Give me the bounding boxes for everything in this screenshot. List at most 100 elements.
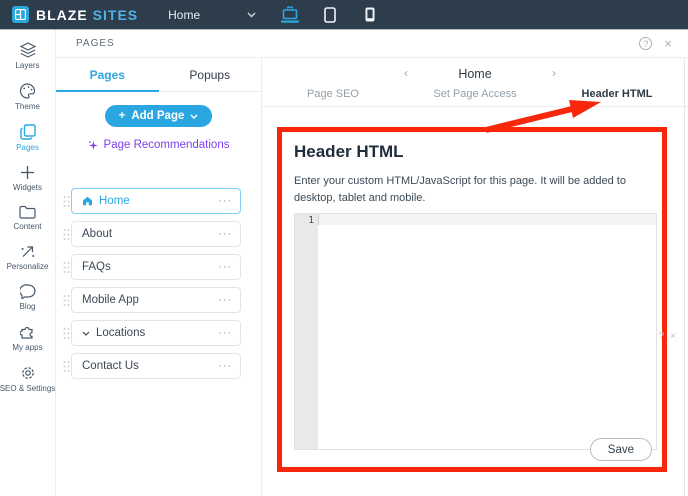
sidebar-item-label: SEO & Settings <box>0 384 55 393</box>
page-options-icon[interactable]: ··· <box>218 228 232 240</box>
gear-icon <box>20 365 36 381</box>
tab-header-html[interactable]: Header HTML <box>546 88 688 106</box>
brand-logo-icon <box>12 6 29 23</box>
sidebar-item-blog[interactable]: Blog <box>0 278 55 318</box>
page-list: Home ··· About ··· <box>56 188 261 379</box>
sidebar-item-label: Pages <box>16 143 39 152</box>
html-code-editor[interactable]: 1 <box>294 213 657 450</box>
page-recommendations-label: Page Recommendations <box>104 139 230 151</box>
sidebar-item-pages[interactable]: Pages <box>0 118 55 159</box>
drag-handle-icon[interactable] <box>61 195 71 208</box>
device-preview-switcher <box>278 3 382 27</box>
page-name: Home <box>99 195 212 207</box>
page-settings-tabs: Page SEO Set Page Access Header HTML <box>262 88 688 107</box>
panel-edge-divider <box>684 58 685 496</box>
puzzle-icon <box>20 324 36 340</box>
tablet-preview-icon[interactable] <box>318 3 342 27</box>
page-item-contact-us[interactable]: Contact Us ··· <box>71 353 241 379</box>
current-page-title: Home <box>262 67 688 81</box>
sidebar-item-label: Widgets <box>13 183 42 192</box>
tab-page-seo[interactable]: Page SEO <box>262 88 404 106</box>
save-button[interactable]: Save <box>590 438 652 461</box>
chevron-down-icon <box>190 114 198 119</box>
code-input-area[interactable] <box>318 214 656 449</box>
sidebar-item-label: Theme <box>15 102 40 111</box>
page-selector-value: Home <box>168 8 200 22</box>
home-icon <box>82 196 93 206</box>
page-row-mobile-app: Mobile App ··· <box>61 287 241 313</box>
active-line-highlight <box>318 214 656 225</box>
page-selector-dropdown[interactable]: Home <box>168 8 256 22</box>
brand-primary: BLAZE <box>36 7 88 23</box>
page-item-home[interactable]: Home ··· <box>71 188 241 214</box>
next-page-icon[interactable]: › <box>552 66 556 80</box>
sidebar-item-layers[interactable]: Layers <box>0 36 55 77</box>
page-row-locations: Locations ··· <box>61 320 241 346</box>
sidebar-item-label: Layers <box>15 61 39 70</box>
sidebar-item-personalize[interactable]: Personalize <box>0 238 55 278</box>
add-page-button[interactable]: + Add Page <box>105 105 213 127</box>
mobile-preview-icon[interactable] <box>358 3 382 27</box>
chevron-down-icon <box>247 12 256 18</box>
topbar: BLAZE SITES Home <box>0 0 688 30</box>
sidebar-item-widgets[interactable]: Widgets <box>0 159 55 199</box>
pages-popups-tabs: Pages Popups <box>56 58 261 92</box>
sidebar-item-content[interactable]: Content <box>0 199 55 238</box>
page-item-locations[interactable]: Locations ··· <box>71 320 241 346</box>
page-name: FAQs <box>82 261 212 273</box>
section-title: Header HTML <box>294 142 650 162</box>
drag-handle-icon[interactable] <box>61 294 71 307</box>
sidebar-item-theme[interactable]: Theme <box>0 77 55 118</box>
pages-panel: Pages Popups + Add Page <box>56 58 262 496</box>
sidebar-item-label: Blog <box>19 302 35 311</box>
plus-icon <box>20 165 35 180</box>
page-name: About <box>82 228 212 240</box>
page-row-faqs: FAQs ··· <box>61 254 241 280</box>
palette-icon <box>19 83 36 99</box>
page-options-icon[interactable]: ··· <box>218 360 232 372</box>
close-icon[interactable]: × <box>670 331 676 342</box>
help-icon[interactable]: ? <box>659 331 665 342</box>
desktop-preview-icon[interactable] <box>278 3 302 27</box>
add-page-label: Add Page <box>131 110 184 122</box>
drag-handle-icon[interactable] <box>61 327 71 340</box>
tooltip-controls: ? × <box>659 331 676 342</box>
page-item-mobile-app[interactable]: Mobile App ··· <box>71 287 241 313</box>
page-nav: ‹ Home › <box>262 58 688 88</box>
drag-handle-icon[interactable] <box>61 360 71 373</box>
sidebar-item-my-apps[interactable]: My apps <box>0 318 55 359</box>
page-name: Mobile App <box>82 294 212 306</box>
page-settings-panel: ‹ Home › Page SEO Set Page Access Header… <box>262 58 688 496</box>
pages-icon <box>20 124 36 140</box>
page-name: Contact Us <box>82 360 212 372</box>
pages-panel-header: PAGES ? × <box>56 30 688 58</box>
tab-set-page-access[interactable]: Set Page Access <box>404 88 546 106</box>
chevron-down-icon <box>82 331 90 336</box>
page-options-icon[interactable]: ··· <box>218 195 232 207</box>
page-options-icon[interactable]: ··· <box>218 327 232 339</box>
help-icon[interactable]: ? <box>639 37 652 50</box>
drag-handle-icon[interactable] <box>61 228 71 241</box>
page-name: Locations <box>96 327 212 339</box>
drag-handle-icon[interactable] <box>61 261 71 274</box>
personalize-arrow-icon <box>20 244 36 259</box>
page-recommendations-link[interactable]: Page Recommendations <box>56 139 261 151</box>
sidebar-item-label: Personalize <box>7 262 49 271</box>
logo: BLAZE SITES <box>12 6 138 23</box>
chat-bubble-icon <box>20 284 36 299</box>
page-item-faqs[interactable]: FAQs ··· <box>71 254 241 280</box>
page-options-icon[interactable]: ··· <box>218 261 232 273</box>
close-icon[interactable]: × <box>664 37 672 50</box>
tab-pages[interactable]: Pages <box>56 58 159 91</box>
panel-title: PAGES <box>76 38 115 49</box>
page-row-home: Home ··· <box>61 188 241 214</box>
sidebar-item-seo-settings[interactable]: SEO & Settings <box>0 359 55 400</box>
tab-popups[interactable]: Popups <box>159 58 262 91</box>
brand-secondary: SITES <box>93 7 138 23</box>
page-row-contact-us: Contact Us ··· <box>61 353 241 379</box>
brand-name: BLAZE SITES <box>36 7 138 23</box>
page-options-icon[interactable]: ··· <box>218 294 232 306</box>
sidebar-item-label: Content <box>13 222 41 231</box>
page-item-about[interactable]: About ··· <box>71 221 241 247</box>
annotation-highlight-box: Header HTML Enter your custom HTML/JavaS… <box>277 127 667 472</box>
